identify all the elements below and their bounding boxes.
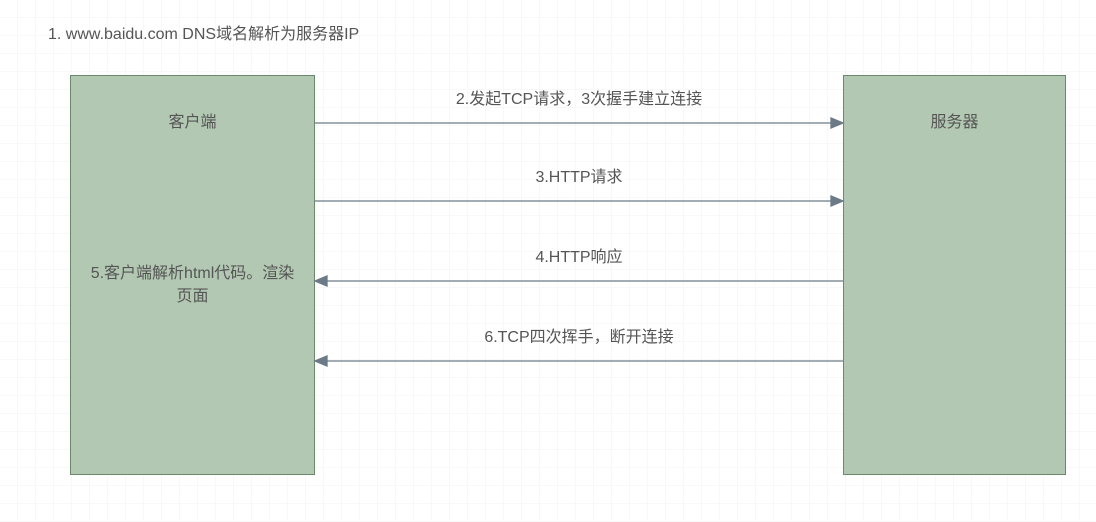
arrow-3-label: 4.HTTP响应	[315, 243, 843, 267]
arrow-1-label: 2.发起TCP请求，3次握手建立连接	[315, 85, 843, 109]
arrow-2	[315, 195, 843, 207]
server-label: 服务器	[844, 108, 1065, 132]
arrow-2-label: 3.HTTP请求	[315, 163, 843, 187]
client-node: 客户端 5.客户端解析html代码。渲染页面	[70, 75, 315, 475]
arrow-4	[315, 355, 843, 367]
diagram-title: 1. www.baidu.com DNS域名解析为服务器IP	[48, 20, 359, 44]
client-note: 5.客户端解析html代码。渲染页面	[71, 262, 314, 308]
arrow-area: 2.发起TCP请求，3次握手建立连接 3.HTTP请求 4.HTTP响应 6.T…	[315, 75, 843, 475]
client-label: 客户端	[71, 108, 314, 132]
arrow-3	[315, 275, 843, 287]
arrow-1	[315, 117, 843, 129]
server-node: 服务器	[843, 75, 1066, 475]
arrow-4-label: 6.TCP四次挥手，断开连接	[315, 323, 843, 347]
